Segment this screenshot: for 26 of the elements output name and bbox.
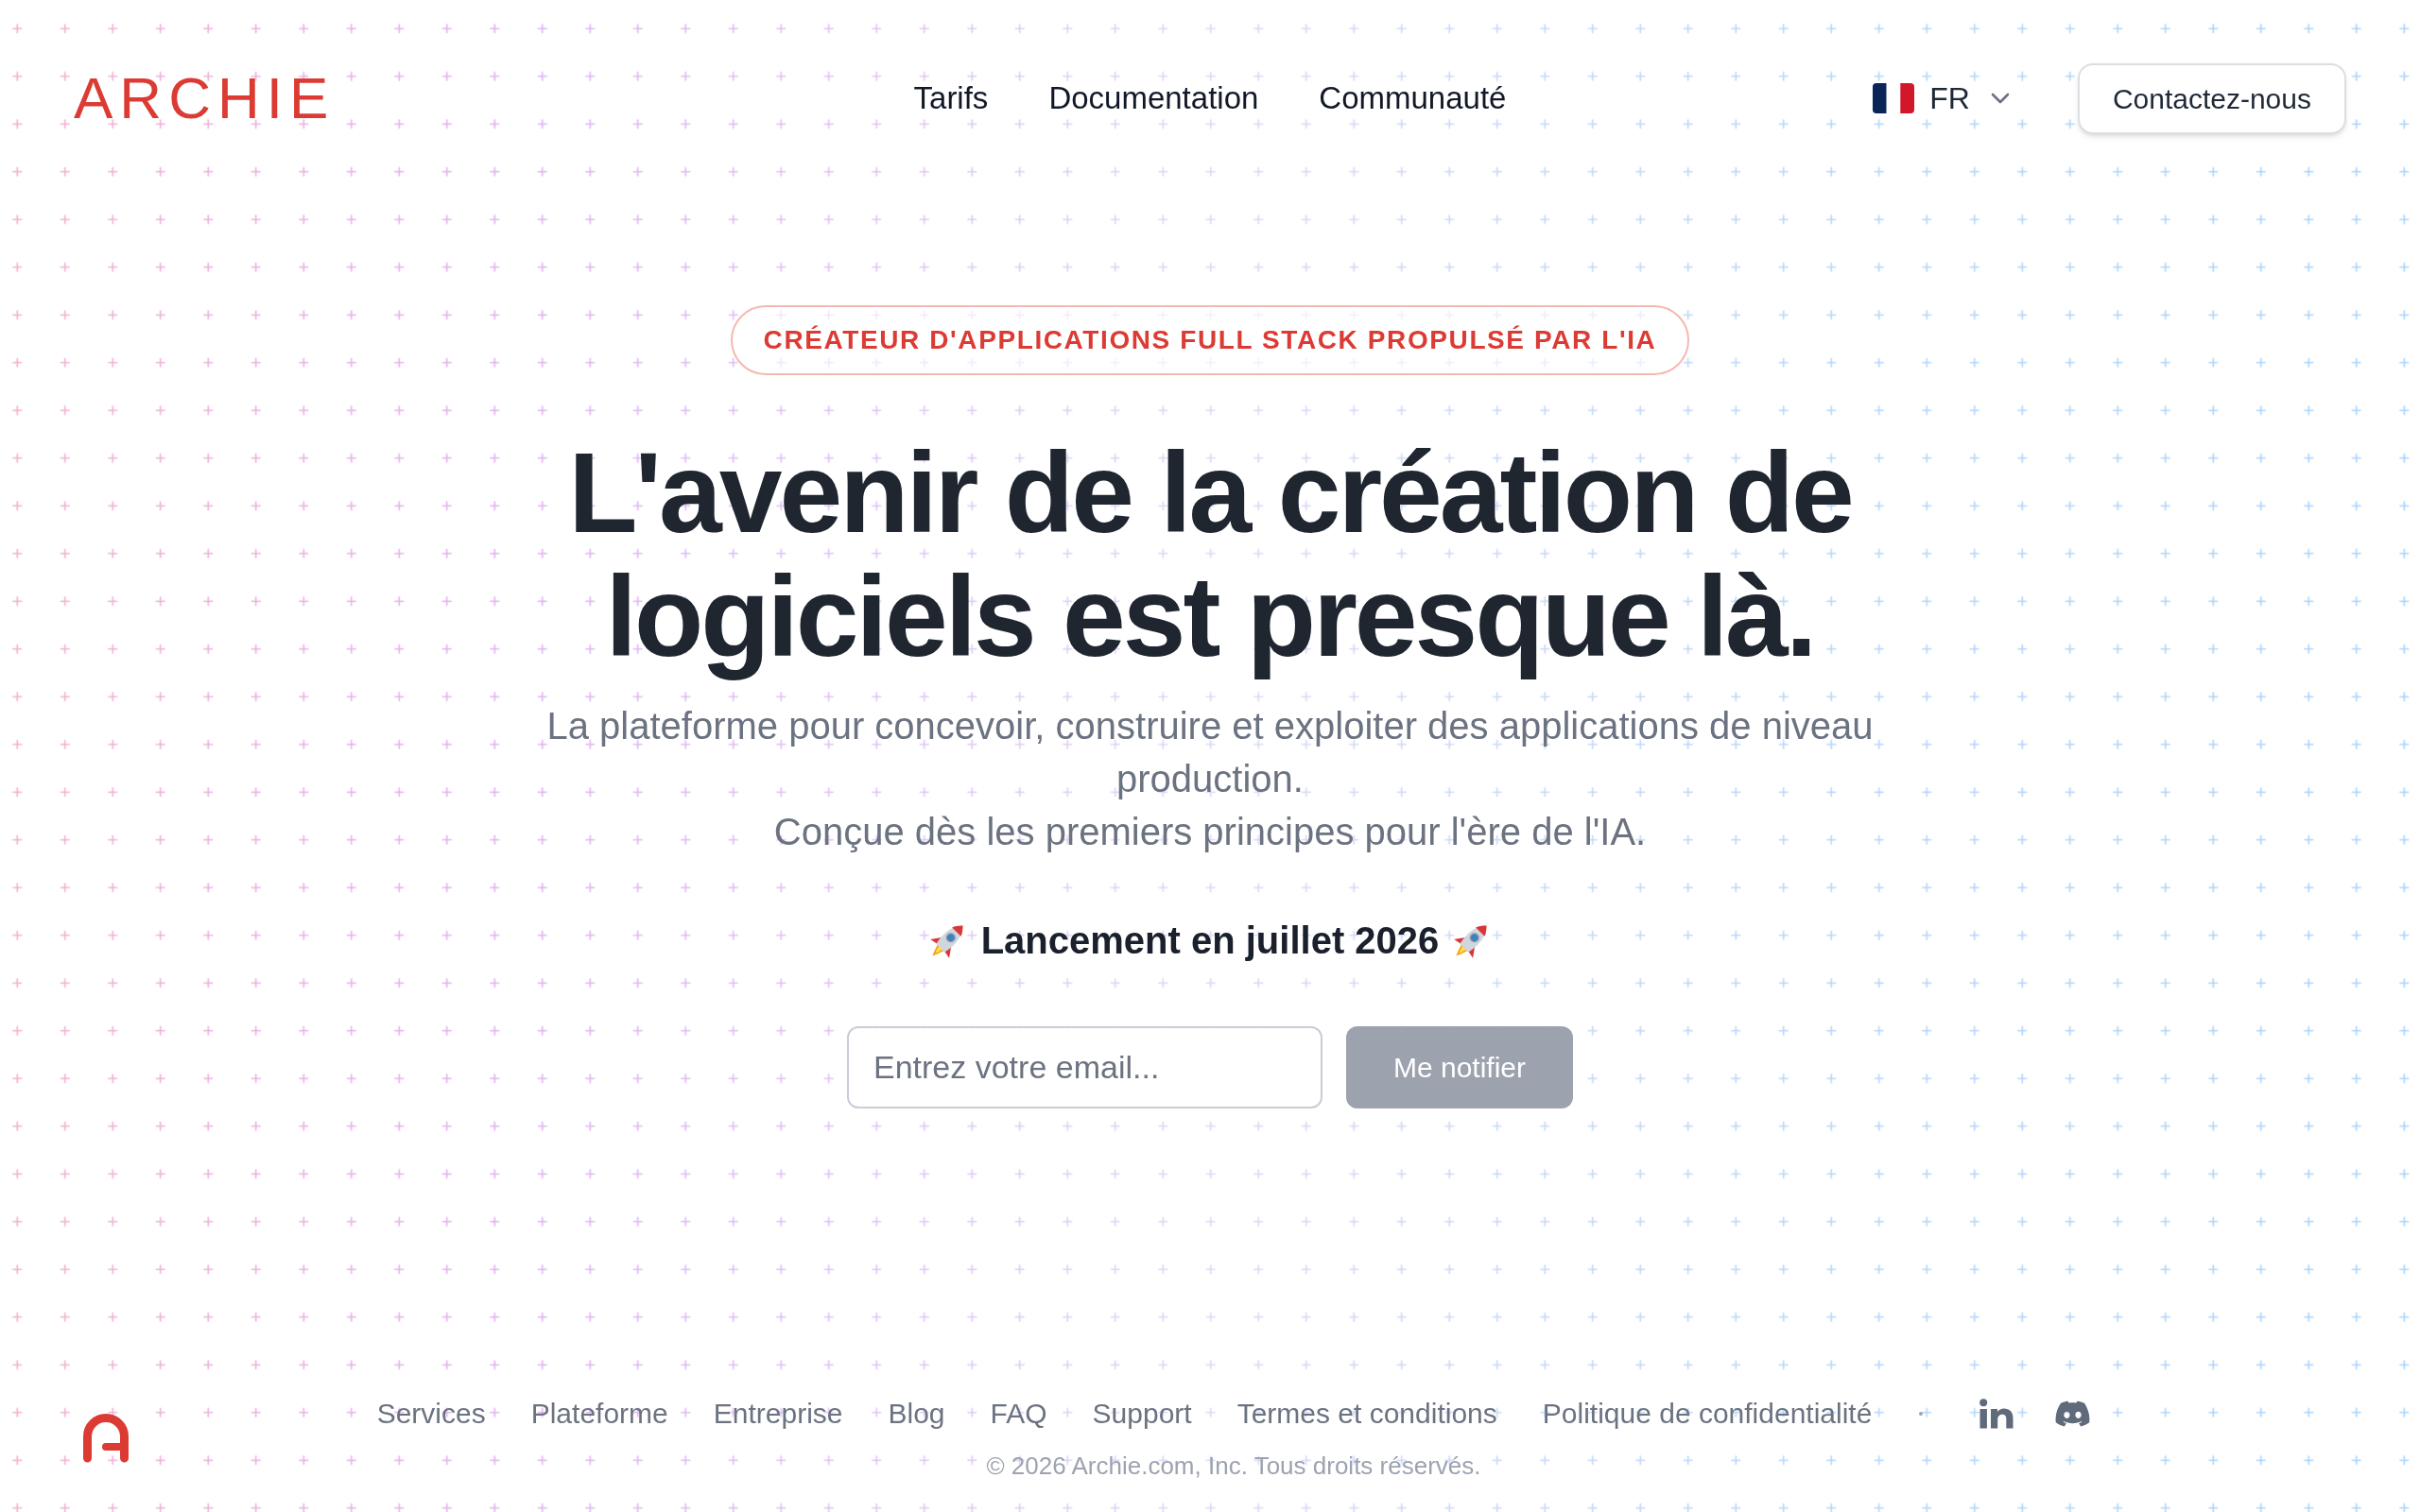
subtitle-text: Conçue dès les premiers principes pour l'ère de l'IA. (773, 810, 1647, 854)
footer-link[interactable]: Blog (888, 1395, 945, 1433)
chevron-down-icon (1990, 93, 2010, 104)
logo-icon[interactable] (82, 1414, 130, 1463)
linkedin-icon[interactable] (1979, 1399, 2014, 1429)
contact-button[interactable]: Contactez-nous (2077, 62, 2346, 134)
language-selector[interactable]: FR (1873, 83, 2010, 113)
footer-link[interactable]: Support (1092, 1395, 1192, 1433)
footer-link[interactable]: Services (376, 1395, 486, 1433)
france-flag-icon (1873, 83, 1915, 113)
nav-link[interactable]: Documentation (1048, 79, 1259, 117)
launch-date-text: Lancement en juillet 2026 (980, 919, 1440, 963)
hero-headline: L'avenir de la création de logiciels est presque là. (567, 431, 1853, 679)
copyright-text: © 2026 Archie.com, Inc. Tous droits réservés. (986, 1451, 1481, 1482)
footer-link[interactable]: Entreprise (713, 1395, 843, 1433)
tagline-badge: CRÉATEUR D'APPLICATIONS FULL STACK PROPULSÉ PAR L'IA (730, 305, 1690, 375)
nav-link[interactable]: Tarifs (913, 79, 989, 117)
email-field[interactable]: Entrez votre email... (847, 1026, 1322, 1108)
logo-wordmark[interactable]: ARCHIE (74, 69, 336, 128)
subtitle-text: La plateforme pour concevoir, construire et exploiter des applications de niveau production. (545, 704, 1875, 801)
discord-icon[interactable] (2055, 1400, 2091, 1427)
footer-link[interactable]: Termes et conditions (1236, 1395, 1497, 1433)
footer-link[interactable]: Politique de confidentialité (1542, 1395, 1873, 1433)
footer-link[interactable]: Plateforme (530, 1395, 668, 1433)
footer-link[interactable]: FAQ (990, 1395, 1047, 1433)
nav-link[interactable]: Communauté (1319, 79, 1507, 117)
